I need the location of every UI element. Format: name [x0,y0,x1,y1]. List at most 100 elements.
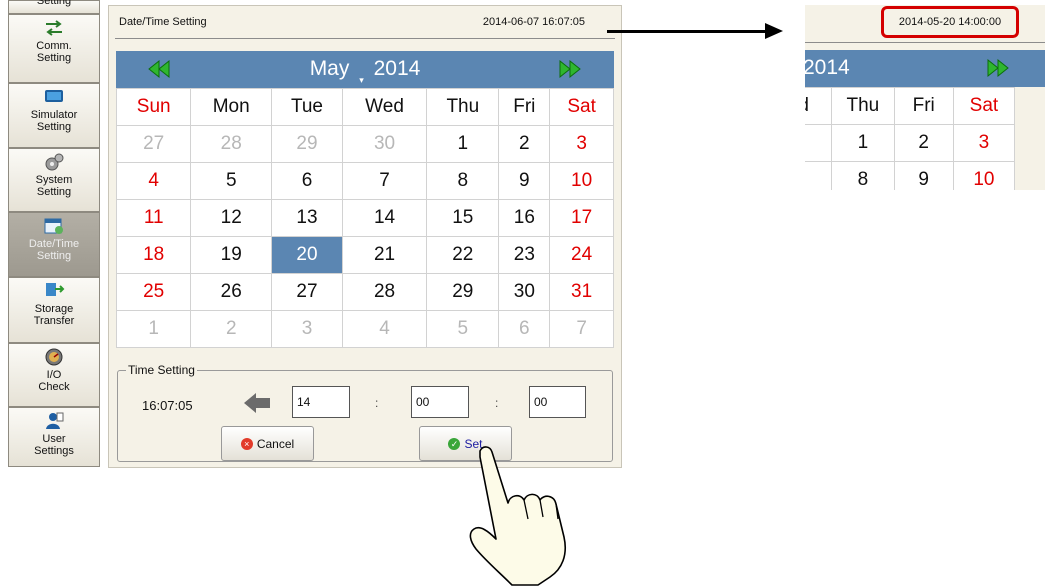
calendar-day[interactable]: 27 [115,125,192,163]
sidebar-item-i-o-check[interactable]: I/O Check [8,343,100,407]
transition-arrow-head [765,23,783,39]
calendar: May ▾ 2014 Sun Mon Tue Wed Thu Fri Sat 27 28 29 3… [115,51,614,348]
calendar-day[interactable]: 8 [426,162,500,200]
sidebar-item-user-settings[interactable]: User Settings [8,407,100,467]
hour-field[interactable]: 14 [292,386,350,418]
calendar-day[interactable]: 28 [190,125,273,163]
simulator-icon [43,87,65,107]
weekday-header: Thu [831,87,895,125]
calendar-day: 9 [893,161,954,190]
storage-transfer-icon [43,281,65,301]
calendar-day[interactable]: 21 [341,236,428,274]
calendar-day[interactable]: 9 [498,162,551,200]
calendar-day[interactable]: 22 [426,236,500,274]
calendar-day[interactable]: 30 [498,273,551,311]
weekday-header: Sat [952,87,1016,125]
sidebar-item-label: System Setting [35,174,73,198]
divider [805,42,1045,43]
calendar-day[interactable]: 6 [271,162,343,200]
calendar-day[interactable]: 31 [549,273,614,311]
calendar-day[interactable]: 13 [271,199,343,237]
time-separator: : [495,396,499,410]
calendar-day[interactable]: 17 [549,199,614,237]
calendar-week-row: 1234567 [115,310,614,348]
hand-pointer-icon [469,446,566,586]
calendar-day[interactable]: 11 [115,199,192,237]
calendar-day[interactable]: 25 [115,273,192,311]
calendar-day[interactable]: 10 [549,162,614,200]
sidebar-item-comm-setting[interactable]: Comm. Setting [8,14,100,83]
chevron-down-icon: ▾ [359,75,364,85]
page-title: Date/Time Setting [119,16,207,28]
calendar-day[interactable]: 4 [341,310,428,348]
calendar-day[interactable]: 5 [426,310,500,348]
gear-icon [43,152,65,172]
sidebar-item-date-time-setting[interactable]: Date/Time Setting [8,212,100,277]
calendar-day[interactable]: 16 [498,199,551,237]
calendar-week-row: 18 19 20 21 22 23 24 [115,236,614,274]
calendar-day[interactable]: 29 [271,125,343,163]
calendar-day[interactable]: 2 [190,310,273,348]
calendar-day[interactable]: 3 [271,310,343,348]
calendar-day[interactable]: 1 [426,125,500,163]
weekday-header: d [805,87,833,125]
calendar-week-row: 11 12 13 14 15 16 17 [115,199,614,237]
weekday-header: Mon [190,88,273,126]
month-label: May [309,57,350,80]
calendar-day[interactable]: 20 [271,236,343,274]
calendar-week-row: 27 28 29 30 1 2 3 [115,125,614,163]
calendar-day[interactable]: 3 [549,125,614,163]
next-month-icon[interactable] [559,59,581,79]
calendar-day[interactable]: 6 [498,310,551,348]
sidebar-item-label: Comm. Setting [36,40,72,64]
divider [115,38,615,39]
calendar-day[interactable]: 4 [115,162,192,200]
current-time: 16:07:05 [142,398,193,413]
calendar-day[interactable]: 28 [341,273,428,311]
calendar-day[interactable]: 19 [190,236,273,274]
year-label: 2014 [373,57,421,80]
sidebar-item-label: Date/Time Setting [28,238,80,262]
system-clock: 2014-06-07 16:07:05 [482,16,585,28]
calendar-day[interactable]: 7 [549,310,614,348]
calendar-header: May ▾ 2014 [116,51,614,88]
calendar-day[interactable]: 27 [271,273,343,311]
calendar-day[interactable]: 12 [190,199,273,237]
sidebar-item-setting[interactable]: Setting [8,0,100,14]
time-setting-title: Time Setting [126,363,197,377]
calendar-day[interactable]: 14 [341,199,428,237]
sidebar-item-system-setting[interactable]: System Setting [8,148,100,212]
weekday-header: Fri [498,88,551,126]
calendar-day[interactable]: 18 [115,236,192,274]
calendar-day[interactable]: 26 [190,273,273,311]
gauge-icon [43,347,65,367]
calendar-day [805,161,833,190]
cancel-icon: × [240,437,253,450]
sidebar-item-simulator-setting[interactable]: Simulator Setting [8,83,100,148]
calendar-day[interactable]: 29 [426,273,500,311]
preview-calendar-header: 2014 [805,50,1045,87]
calendar-day[interactable]: 30 [341,125,428,163]
sidebar-item-label: User Settings [34,433,74,457]
month-title[interactable]: May ▾ 2014 [116,57,614,86]
user-icon [43,411,65,431]
calendar-day[interactable]: 23 [498,236,551,274]
calendar-day: 1 [831,124,895,162]
next-month-icon [987,58,1009,78]
calendar-week-row: 4 5 6 7 8 9 10 [115,162,614,200]
calendar-day[interactable]: 5 [190,162,273,200]
sidebar: Setting Comm. Setting Simulator Setting Sys… [8,0,102,467]
calendar-clock-icon [43,216,65,236]
cancel-button-label: Cancel [256,436,295,451]
calendar-day[interactable]: 15 [426,199,500,237]
calendar-day[interactable]: 24 [549,236,614,274]
arrow-left-icon[interactable] [244,393,270,413]
calendar-day: 2 [893,124,954,162]
calendar-day[interactable]: 7 [341,162,428,200]
second-field[interactable]: 00 [529,386,586,418]
sidebar-item-storage-transfer[interactable]: Storage Transfer [8,277,100,343]
minute-field[interactable]: 00 [411,386,469,418]
calendar-day[interactable]: 2 [498,125,551,163]
cancel-button[interactable]: × Cancel [221,426,314,461]
calendar-day[interactable]: 1 [115,310,192,348]
